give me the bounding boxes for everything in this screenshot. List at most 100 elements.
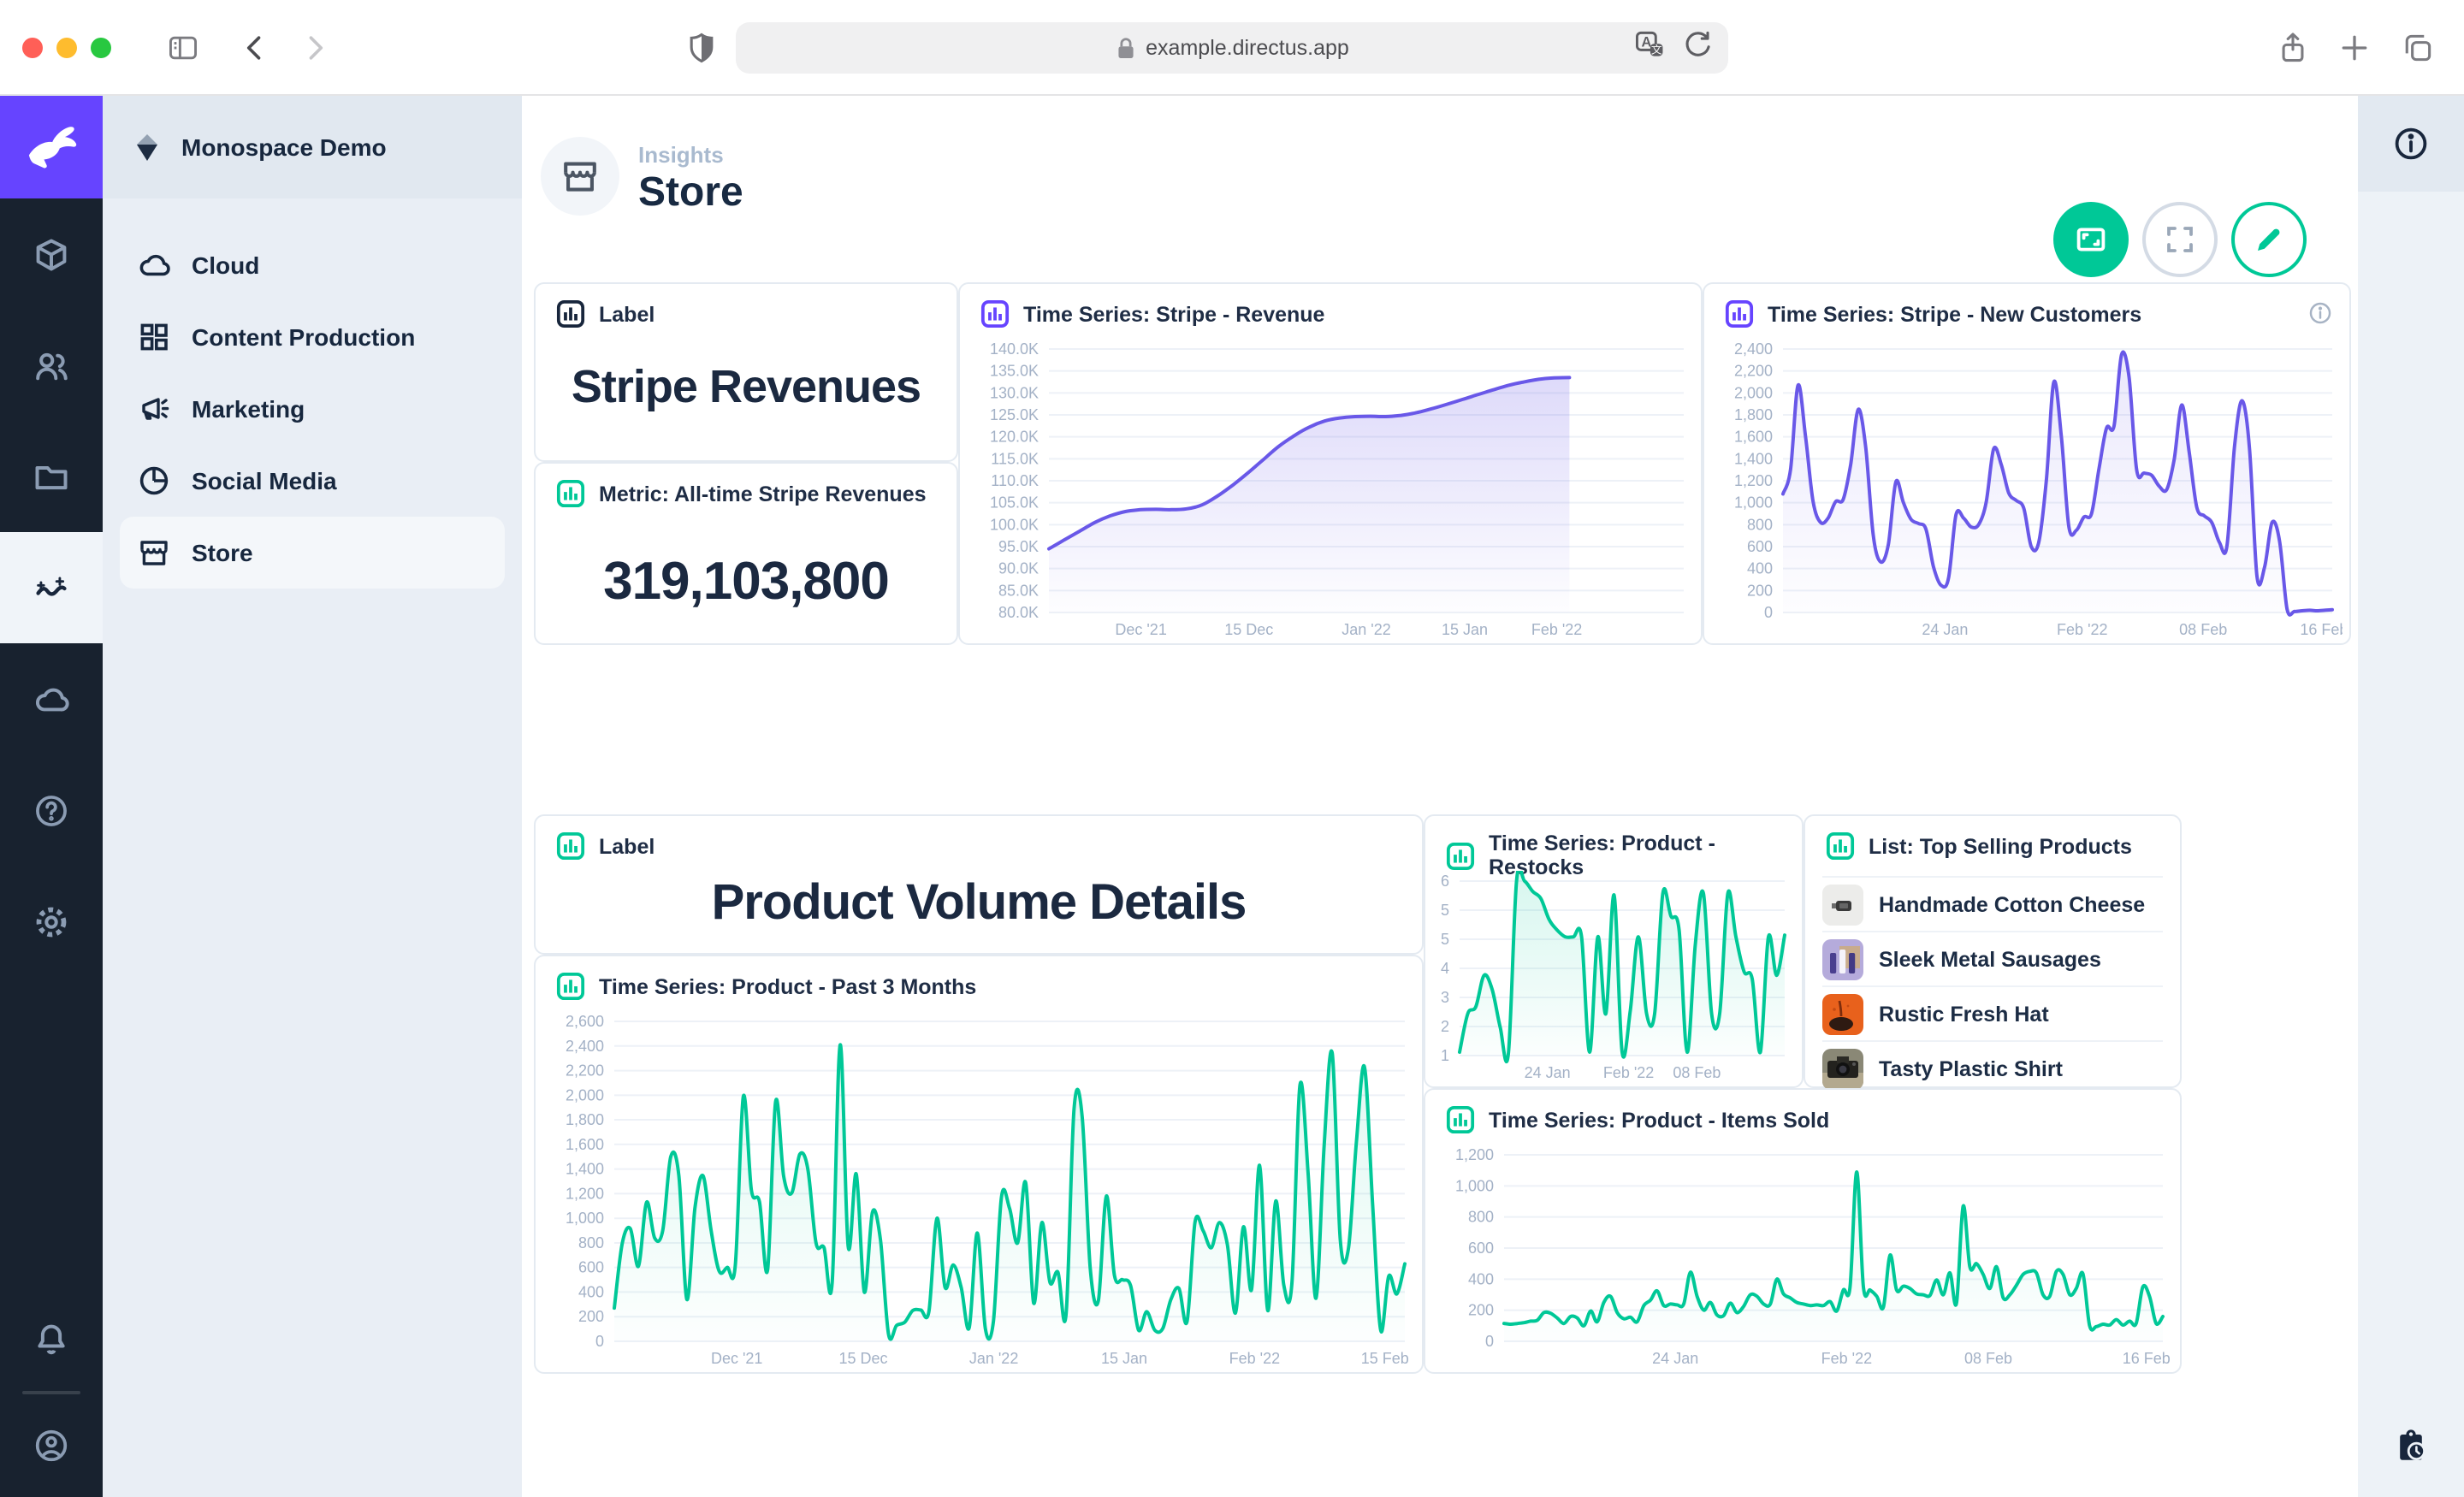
sidebar-toggle-icon[interactable] (163, 27, 204, 68)
svg-text:2,600: 2,600 (566, 1013, 604, 1030)
module-content[interactable] (0, 198, 103, 310)
sidebar-item-label: Store (192, 539, 253, 566)
sidebar-item-content-production[interactable]: Content Production (120, 301, 505, 373)
present-mode-button[interactable] (2053, 202, 2129, 277)
svg-text:125.0K: 125.0K (990, 406, 1039, 423)
svg-text:200: 200 (1468, 1302, 1494, 1319)
svg-text:16 Feb: 16 Feb (2123, 1350, 2171, 1367)
list-item[interactable]: Sleek Metal Sausages (1822, 931, 2163, 985)
gear-icon (33, 902, 70, 940)
panel-info-icon[interactable] (2308, 301, 2332, 334)
zoom-window-button[interactable] (91, 38, 111, 58)
svg-text:文: 文 (1651, 44, 1662, 56)
svg-text:15 Jan: 15 Jan (1442, 621, 1488, 638)
svg-text:130.0K: 130.0K (990, 384, 1039, 401)
user-menu-button[interactable] (0, 1405, 103, 1487)
svg-text:600: 600 (1468, 1240, 1494, 1257)
product-thumbnail (1822, 1048, 1863, 1089)
help-icon (33, 791, 70, 829)
svg-text:120.0K: 120.0K (990, 429, 1039, 446)
svg-text:400: 400 (578, 1283, 604, 1300)
url-text: example.directus.app (1146, 36, 1349, 60)
panel-stripe-new-customers[interactable]: Time Series: Stripe - New Customers 2,40… (1703, 282, 2351, 645)
minimize-window-button[interactable] (56, 38, 77, 58)
activity-log-button[interactable] (2392, 1427, 2430, 1473)
panel-metric-stripe[interactable]: Metric: All-time Stripe Revenues 319,103… (534, 462, 958, 645)
tab-overview-icon[interactable] (2397, 27, 2438, 68)
back-icon[interactable] (234, 27, 275, 68)
svg-text:110.0K: 110.0K (991, 472, 1039, 489)
metric-value: 319,103,800 (536, 551, 957, 612)
svg-text:2: 2 (1441, 1018, 1449, 1035)
sidebar-item-cloud[interactable]: Cloud (120, 229, 505, 301)
storefront-icon (560, 156, 601, 197)
svg-text:Feb '22: Feb '22 (1821, 1350, 1872, 1367)
close-window-button[interactable] (22, 38, 43, 58)
product-name: Rustic Fresh Hat (1879, 1002, 2049, 1026)
list-item[interactable]: Handmade Cotton Cheese (1822, 876, 2163, 931)
list-item[interactable]: Rustic Fresh Hat (1822, 985, 2163, 1040)
sidebar-item-store[interactable]: Store (120, 517, 505, 589)
sidebar-item-social-media[interactable]: Social Media (120, 445, 505, 517)
svg-text:85.0K: 85.0K (998, 582, 1039, 599)
svg-text:100.0K: 100.0K (990, 516, 1039, 533)
panel-label-product[interactable]: Label Product Volume Details (534, 814, 1424, 955)
panel-product-past-3-months[interactable]: Time Series: Product - Past 3 Months 2,6… (534, 955, 1424, 1374)
breadcrumb[interactable]: Insights (638, 142, 724, 168)
product-thumbnail (1822, 884, 1863, 925)
sidebar-item-label: Social Media (192, 467, 337, 494)
product-past-3-months-chart: 2,6002,4002,2002,0001,8001,6001,4001,200… (542, 1011, 1415, 1369)
module-help[interactable] (0, 754, 103, 866)
svg-text:2,400: 2,400 (566, 1038, 604, 1055)
svg-text:Feb '22: Feb '22 (1229, 1350, 1280, 1367)
panel-header-text: Time Series: Stripe - Revenue (1023, 302, 1324, 326)
address-bar[interactable]: example.directus.app A文 (736, 22, 1728, 74)
module-cloud[interactable] (0, 643, 103, 754)
svg-text:0: 0 (595, 1333, 604, 1350)
new-tab-icon[interactable] (2334, 27, 2375, 68)
sidebar-item-marketing[interactable]: Marketing (120, 373, 505, 445)
edit-dashboard-button[interactable] (2231, 202, 2307, 277)
svg-text:200: 200 (578, 1308, 604, 1325)
panel-product-items-sold[interactable]: Time Series: Product - Items Sold 1,2001… (1424, 1088, 2182, 1374)
panel-header-text: List: Top Selling Products (1869, 834, 2132, 858)
module-files[interactable] (0, 421, 103, 532)
svg-text:15 Jan: 15 Jan (1101, 1350, 1147, 1367)
fullscreen-button[interactable] (2142, 202, 2218, 277)
sidebar-item-label: Marketing (192, 395, 305, 423)
pie-chart-icon (137, 464, 171, 498)
dashboard-icon-circle (541, 137, 619, 216)
panel-product-restocks[interactable]: Time Series: Product - Restocks 65543212… (1424, 814, 1804, 1088)
panel-top-selling-products[interactable]: List: Top Selling Products Handmade Cott… (1804, 814, 2182, 1088)
svg-text:Dec '21: Dec '21 (1115, 621, 1166, 638)
module-users[interactable] (0, 310, 103, 421)
panel-stripe-revenue[interactable]: Time Series: Stripe - Revenue 140.0K135.… (958, 282, 1703, 645)
label-text: Stripe Revenues (536, 361, 957, 414)
translate-icon[interactable]: A文 (1632, 27, 1667, 62)
privacy-shield-icon[interactable] (681, 27, 722, 68)
cloud-icon (33, 680, 70, 718)
svg-text:1,600: 1,600 (566, 1136, 604, 1153)
stripe-revenue-chart: 140.0K135.0K130.0K125.0K120.0K115.0K110.… (967, 339, 1694, 640)
forward-icon[interactable] (294, 27, 335, 68)
sidebar-info-section[interactable] (2358, 96, 2464, 192)
list-item[interactable]: Tasty Plastic Shirt (1822, 1040, 2163, 1095)
bell-icon (33, 1321, 70, 1358)
panel-header-text: Time Series: Product - Items Sold (1489, 1108, 1829, 1132)
share-icon[interactable] (2272, 27, 2313, 68)
module-insights[interactable] (0, 532, 103, 643)
svg-text:1,200: 1,200 (566, 1185, 604, 1202)
svg-text:2,200: 2,200 (1734, 363, 1773, 380)
frame-icon (2074, 222, 2108, 257)
stripe-new-customers-chart: 2,4002,2002,0001,8001,6001,4001,2001,000… (1711, 339, 2343, 640)
panel-icon (556, 299, 585, 328)
directus-logo[interactable] (0, 96, 103, 198)
project-header[interactable]: Monospace Demo (103, 96, 522, 198)
notifications-button[interactable] (0, 1299, 103, 1381)
svg-text:200: 200 (1747, 582, 1773, 599)
reload-icon[interactable] (1680, 27, 1715, 62)
module-settings[interactable] (0, 866, 103, 977)
svg-text:105.0K: 105.0K (990, 494, 1039, 512)
panel-label-stripe[interactable]: Label Stripe Revenues (534, 282, 958, 462)
pencil-icon (2252, 222, 2286, 257)
